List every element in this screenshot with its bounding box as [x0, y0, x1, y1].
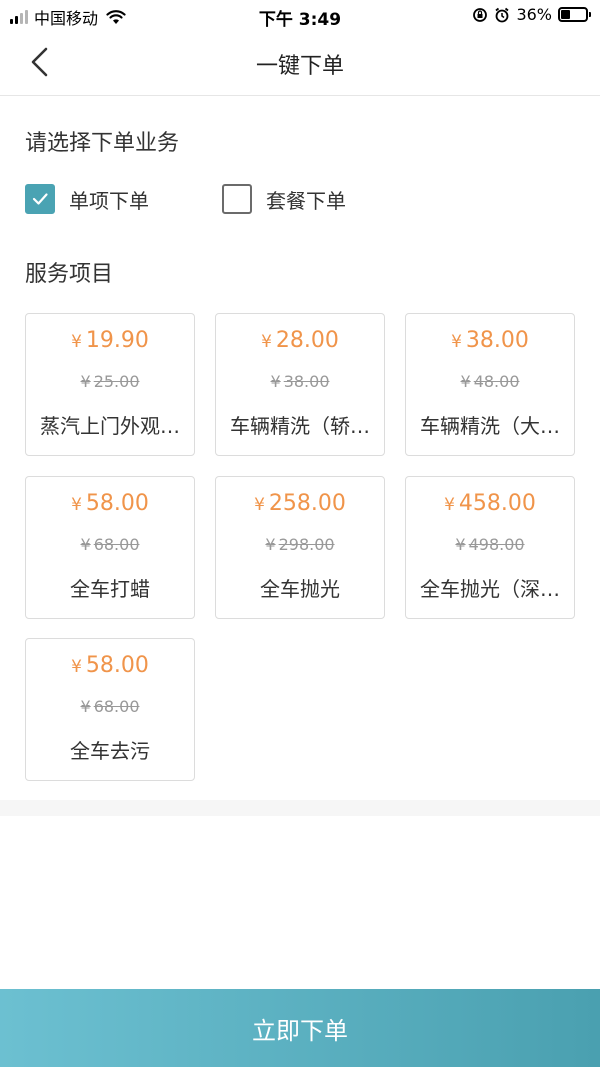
service-price: ¥38.00	[406, 328, 574, 353]
price-value: 458.00	[458, 491, 536, 516]
service-price: ¥458.00	[406, 491, 574, 516]
original-price-value: 68.00	[93, 535, 140, 554]
section-divider	[0, 800, 600, 816]
service-original-price: ¥38.00	[216, 372, 384, 391]
battery-icon	[558, 7, 591, 22]
service-name: 全车去污	[70, 739, 150, 763]
currency-symbol: ¥	[71, 495, 82, 515]
services-heading: 服务项目	[25, 262, 114, 287]
service-card[interactable]: ¥38.00 ¥48.00 车辆精洗（大…	[405, 313, 575, 456]
currency-symbol: ¥	[71, 657, 82, 677]
option-label: 套餐下单	[266, 188, 346, 213]
service-price: ¥19.90	[26, 328, 194, 353]
currency-symbol: ¥	[265, 535, 276, 554]
checkmark-icon	[32, 193, 48, 205]
service-card[interactable]: ¥258.00 ¥298.00 全车抛光	[215, 476, 385, 619]
alarm-icon	[495, 7, 509, 22]
status-right: 36%	[472, 5, 591, 24]
service-original-price: ¥48.00	[406, 372, 574, 391]
price-value: 38.00	[465, 328, 529, 353]
price-value: 28.00	[275, 328, 339, 353]
currency-symbol: ¥	[261, 332, 272, 352]
battery-percent: 36%	[516, 5, 552, 24]
service-original-price: ¥68.00	[26, 697, 194, 716]
currency-symbol: ¥	[270, 372, 281, 391]
status-bar: 中国移动 下午 3:49 36%	[0, 0, 600, 30]
currency-symbol: ¥	[460, 372, 471, 391]
service-price: ¥28.00	[216, 328, 384, 353]
price-value: 58.00	[85, 491, 149, 516]
service-original-price: ¥498.00	[406, 535, 574, 554]
service-card[interactable]: ¥458.00 ¥498.00 全车抛光（深…	[405, 476, 575, 619]
checkbox-unchecked[interactable]	[222, 184, 252, 214]
original-price-value: 298.00	[278, 535, 335, 554]
price-value: 58.00	[85, 653, 149, 678]
service-name: 车辆精洗（轿…	[230, 414, 370, 438]
battery-level	[561, 10, 570, 19]
option-package-order[interactable]: 套餐下单	[222, 184, 346, 214]
service-name: 全车打蜡	[70, 577, 150, 601]
service-original-price: ¥25.00	[26, 372, 194, 391]
currency-symbol: ¥	[80, 535, 91, 554]
page-title: 一键下单	[255, 54, 344, 79]
service-name: 全车抛光（深…	[420, 577, 560, 601]
service-price: ¥58.00	[26, 653, 194, 678]
currency-symbol: ¥	[254, 495, 265, 515]
service-original-price: ¥68.00	[26, 535, 194, 554]
option-single-order[interactable]: 单项下单	[25, 184, 149, 214]
service-price: ¥258.00	[216, 491, 384, 516]
option-label: 单项下单	[69, 188, 149, 213]
price-value: 19.90	[85, 328, 149, 353]
checkbox-checked[interactable]	[25, 184, 55, 214]
currency-symbol: ¥	[451, 332, 462, 352]
original-price-value: 68.00	[93, 697, 140, 716]
currency-symbol: ¥	[80, 372, 91, 391]
nav-bar: 一键下单	[0, 30, 600, 96]
service-price: ¥58.00	[26, 491, 194, 516]
original-price-value: 498.00	[468, 535, 525, 554]
currency-symbol: ¥	[71, 332, 82, 352]
service-name: 蒸汽上门外观…	[40, 414, 180, 438]
service-name: 全车抛光	[260, 577, 340, 601]
service-card[interactable]: ¥19.90 ¥25.00 蒸汽上门外观…	[25, 313, 195, 456]
original-price-value: 25.00	[93, 372, 140, 391]
price-value: 258.00	[268, 491, 346, 516]
submit-order-button[interactable]: 立即下单	[0, 989, 600, 1067]
service-original-price: ¥298.00	[216, 535, 384, 554]
service-name: 车辆精洗（大…	[420, 414, 560, 438]
order-type-heading: 请选择下单业务	[25, 131, 180, 156]
currency-symbol: ¥	[444, 495, 455, 515]
currency-symbol: ¥	[80, 697, 91, 716]
service-card[interactable]: ¥58.00 ¥68.00 全车去污	[25, 638, 195, 781]
currency-symbol: ¥	[455, 535, 466, 554]
original-price-value: 48.00	[473, 372, 520, 391]
original-price-value: 38.00	[283, 372, 330, 391]
service-card[interactable]: ¥28.00 ¥38.00 车辆精洗（轿…	[215, 313, 385, 456]
service-card[interactable]: ¥58.00 ¥68.00 全车打蜡	[25, 476, 195, 619]
rotation-lock-icon	[473, 7, 488, 22]
